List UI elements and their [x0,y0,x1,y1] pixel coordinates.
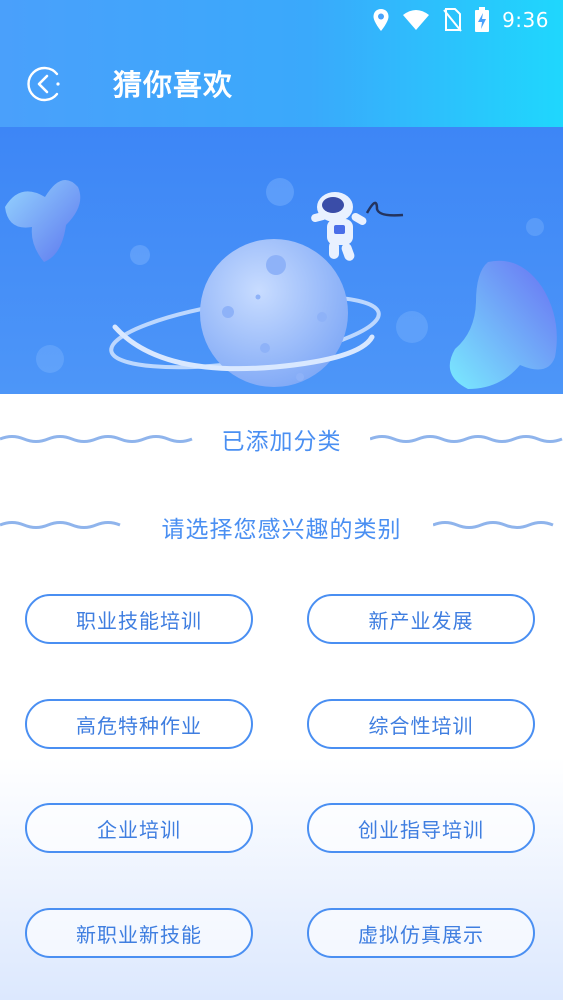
category-chip[interactable]: 虚拟仿真展示 [307,908,535,958]
category-chip[interactable]: 综合性培训 [307,699,535,749]
category-chip[interactable]: 新产业发展 [307,594,535,644]
wave-divider-right [433,521,554,529]
no-sim-icon [443,8,462,32]
category-chip[interactable]: 创业指导培训 [307,803,535,853]
category-chip[interactable]: 企业培训 [25,803,253,853]
status-bar: 9:36 [0,0,563,40]
page-title: 猜你喜欢 [113,68,234,102]
header-bar: 9:36 猜你喜欢 [0,0,563,127]
category-chip[interactable]: 职业技能培训 [25,594,253,644]
status-icons: 9:36 [372,6,549,34]
banner-illustration [0,127,563,394]
category-panel: 已添加分类 请选择您感兴趣的类别 职业技能培训 新产业发展 高危特种作业 综合性… [0,394,563,1000]
back-arrow-icon [27,66,60,102]
status-time: 9:36 [502,8,549,32]
category-chip[interactable]: 高危特种作业 [25,699,253,749]
battery-charging-icon [475,7,490,32]
location-icon [373,9,389,31]
back-button[interactable] [24,64,64,104]
app-bar: 猜你喜欢 [0,48,563,116]
space-illustration [5,178,557,389]
wave-divider-right [370,435,563,443]
category-chip[interactable]: 新职业新技能 [25,908,253,958]
wifi-icon [403,10,430,30]
